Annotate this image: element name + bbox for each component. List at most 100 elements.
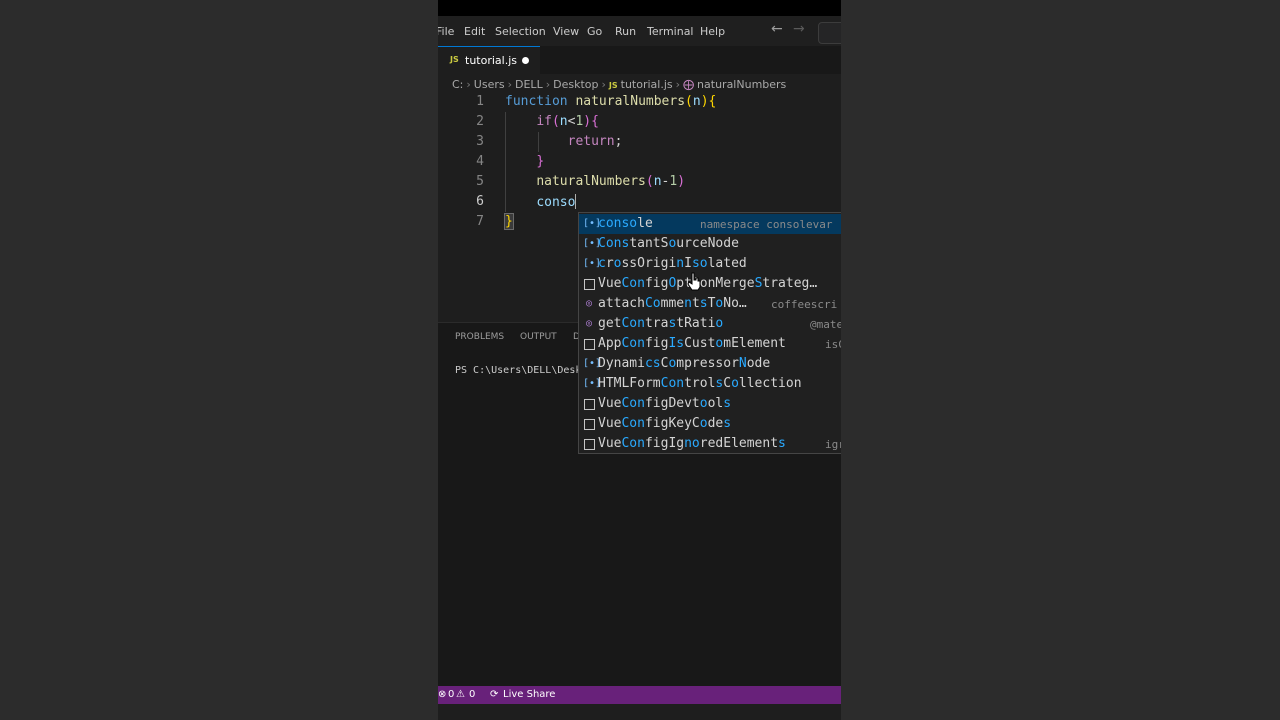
command-center[interactable] bbox=[818, 22, 841, 44]
chevron-right-icon: › bbox=[675, 78, 681, 91]
menu-go[interactable]: Go bbox=[587, 25, 602, 38]
suggestion-detail: coffeescri bbox=[771, 298, 838, 311]
code-line-active: 6 conso bbox=[438, 192, 841, 212]
line-number: 6 bbox=[476, 194, 484, 209]
suggestion-item[interactable]: [•] ConstantSourceNode bbox=[579, 234, 841, 254]
menu-file[interactable]: File bbox=[438, 25, 454, 38]
bottom-bar bbox=[438, 704, 841, 720]
menu-view[interactable]: View bbox=[553, 25, 579, 38]
suggestion-label: console bbox=[598, 216, 653, 231]
suggestion-label: AppConfigIsCustomElement bbox=[598, 336, 786, 351]
keyword-icon bbox=[584, 419, 595, 430]
javascript-file-icon: JS bbox=[608, 81, 618, 90]
terminal-prompt[interactable]: PS C:\Users\DELL\Desk bbox=[455, 365, 581, 376]
code-line: 2 if(n<1){ bbox=[438, 112, 841, 132]
live-share-button[interactable]: Live Share bbox=[503, 689, 555, 700]
breadcrumb-dell[interactable]: DELL bbox=[515, 78, 543, 91]
code-text: } bbox=[536, 154, 545, 169]
breadcrumb-symbol[interactable]: naturalNumbers bbox=[697, 78, 786, 91]
video-letterbox-right bbox=[841, 0, 1280, 720]
code-text: if(n<1){ bbox=[536, 114, 599, 129]
arrow-left-icon[interactable]: ← bbox=[771, 21, 783, 37]
live-share-icon[interactable]: ⟳ bbox=[490, 689, 498, 700]
vscode-window: File Edit Selection View Go Run Terminal… bbox=[438, 0, 841, 720]
suggestion-label: ConstantSourceNode bbox=[598, 236, 739, 251]
video-letterbox-left bbox=[0, 0, 438, 720]
suggestion-detail: igr bbox=[825, 438, 841, 451]
text-cursor bbox=[575, 194, 577, 209]
suggestion-item[interactable]: VueConfigOptionMergeStrateg… bbox=[579, 274, 841, 294]
tab-output[interactable]: OUTPUT bbox=[520, 332, 557, 342]
keyword-icon bbox=[584, 279, 595, 290]
arrow-right-icon[interactable]: → bbox=[793, 21, 805, 37]
suggestion-item[interactable]: [•] HTMLFormControlsCollection bbox=[579, 374, 841, 394]
menu-help[interactable]: Help bbox=[700, 25, 725, 38]
menu-bar: File Edit Selection View Go Run Terminal… bbox=[438, 16, 841, 46]
tab-tutorial-js[interactable]: JS tutorial.js bbox=[438, 46, 540, 74]
keyword-icon bbox=[584, 439, 595, 450]
code-text: function naturalNumbers(n){ bbox=[505, 94, 717, 109]
suggestion-label: VueConfigOptionMergeStrateg… bbox=[598, 276, 818, 291]
line-number: 7 bbox=[476, 214, 484, 229]
keyword-icon bbox=[584, 399, 595, 410]
suggestion-item[interactable]: ◎ attachCommentsToNo… coffeescri bbox=[579, 294, 841, 314]
code-line: 1 function naturalNumbers(n){ bbox=[438, 92, 841, 112]
chevron-right-icon: › bbox=[601, 78, 606, 91]
javascript-file-icon: JS bbox=[450, 55, 459, 64]
chevron-right-icon: › bbox=[545, 78, 551, 91]
menu-run[interactable]: Run bbox=[615, 25, 636, 38]
line-number: 3 bbox=[476, 134, 484, 149]
menu-terminal[interactable]: Terminal bbox=[647, 25, 694, 38]
suggestion-item[interactable]: AppConfigIsCustomElement isC bbox=[579, 334, 841, 354]
chevron-right-icon: › bbox=[507, 78, 513, 91]
hand-pointer-icon bbox=[687, 272, 701, 291]
status-bar: ⊗ 0 ⚠ 0 ⟳ Live Share bbox=[438, 686, 841, 704]
method-icon: ◎ bbox=[585, 318, 593, 329]
method-icon: ◎ bbox=[585, 298, 593, 309]
suggestion-detail: namespace consolevar bbox=[700, 218, 833, 231]
top-bar bbox=[438, 0, 841, 16]
suggestion-item[interactable]: VueConfigIgnoredElements igr bbox=[579, 434, 841, 454]
code-text: } bbox=[504, 213, 514, 230]
keyword-icon bbox=[584, 339, 595, 350]
suggestion-item[interactable]: [•] crossOriginIsolated bbox=[579, 254, 841, 274]
breadcrumb-desktop[interactable]: Desktop bbox=[553, 78, 598, 91]
suggestion-detail: isC bbox=[825, 338, 841, 351]
warning-icon[interactable]: ⚠ bbox=[456, 689, 465, 700]
suggestion-label: VueConfigKeyCodes bbox=[598, 416, 732, 431]
code-line: 4 } bbox=[438, 152, 841, 172]
breadcrumb: C: › Users › DELL › Desktop › JS tutorial.js › ⨁ nat… bbox=[452, 78, 786, 91]
suggestion-item[interactable]: VueConfigDevtools bbox=[579, 394, 841, 414]
menu-selection[interactable]: Selection bbox=[495, 25, 546, 38]
chevron-right-icon: › bbox=[466, 78, 471, 91]
menu-edit[interactable]: Edit bbox=[464, 25, 485, 38]
suggestion-item[interactable]: ◎ getContrastRatio @mate bbox=[579, 314, 841, 334]
suggestion-label: VueConfigIgnoredElements bbox=[598, 436, 786, 451]
warning-count[interactable]: 0 bbox=[469, 689, 475, 700]
breadcrumb-drive[interactable]: C: bbox=[452, 78, 463, 91]
line-number: 2 bbox=[476, 114, 484, 129]
error-icon[interactable]: ⊗ bbox=[438, 689, 446, 700]
suggestion-detail: @mate bbox=[810, 318, 841, 331]
line-number: 4 bbox=[476, 154, 484, 169]
line-number: 5 bbox=[476, 174, 484, 189]
suggestion-label: VueConfigDevtools bbox=[598, 396, 732, 411]
variable-icon: [•] bbox=[583, 358, 602, 369]
code-line: 3 return; bbox=[438, 132, 841, 152]
suggestion-item[interactable]: [•] console namespace consolevar bbox=[579, 214, 841, 234]
code-text: return; bbox=[567, 134, 623, 149]
breadcrumb-file[interactable]: tutorial.js bbox=[621, 78, 673, 91]
suggestion-widget: [•] console namespace consolevar [•] Con… bbox=[578, 212, 841, 454]
variable-icon: [•] bbox=[583, 238, 602, 249]
function-symbol-icon: ⨁ bbox=[683, 78, 695, 91]
unsaved-dot-icon[interactable] bbox=[522, 57, 529, 64]
suggestion-label: DynamicsCompressorNode bbox=[598, 356, 771, 371]
error-count[interactable]: 0 bbox=[448, 689, 454, 700]
suggestion-item[interactable]: VueConfigKeyCodes bbox=[579, 414, 841, 434]
suggestion-label: getContrastRatio bbox=[598, 316, 724, 331]
tab-label: tutorial.js bbox=[465, 54, 517, 67]
breadcrumb-users[interactable]: Users bbox=[474, 78, 505, 91]
code-text: conso bbox=[536, 194, 577, 210]
tab-problems[interactable]: PROBLEMS bbox=[455, 332, 504, 342]
suggestion-item[interactable]: [•] DynamicsCompressorNode bbox=[579, 354, 841, 374]
